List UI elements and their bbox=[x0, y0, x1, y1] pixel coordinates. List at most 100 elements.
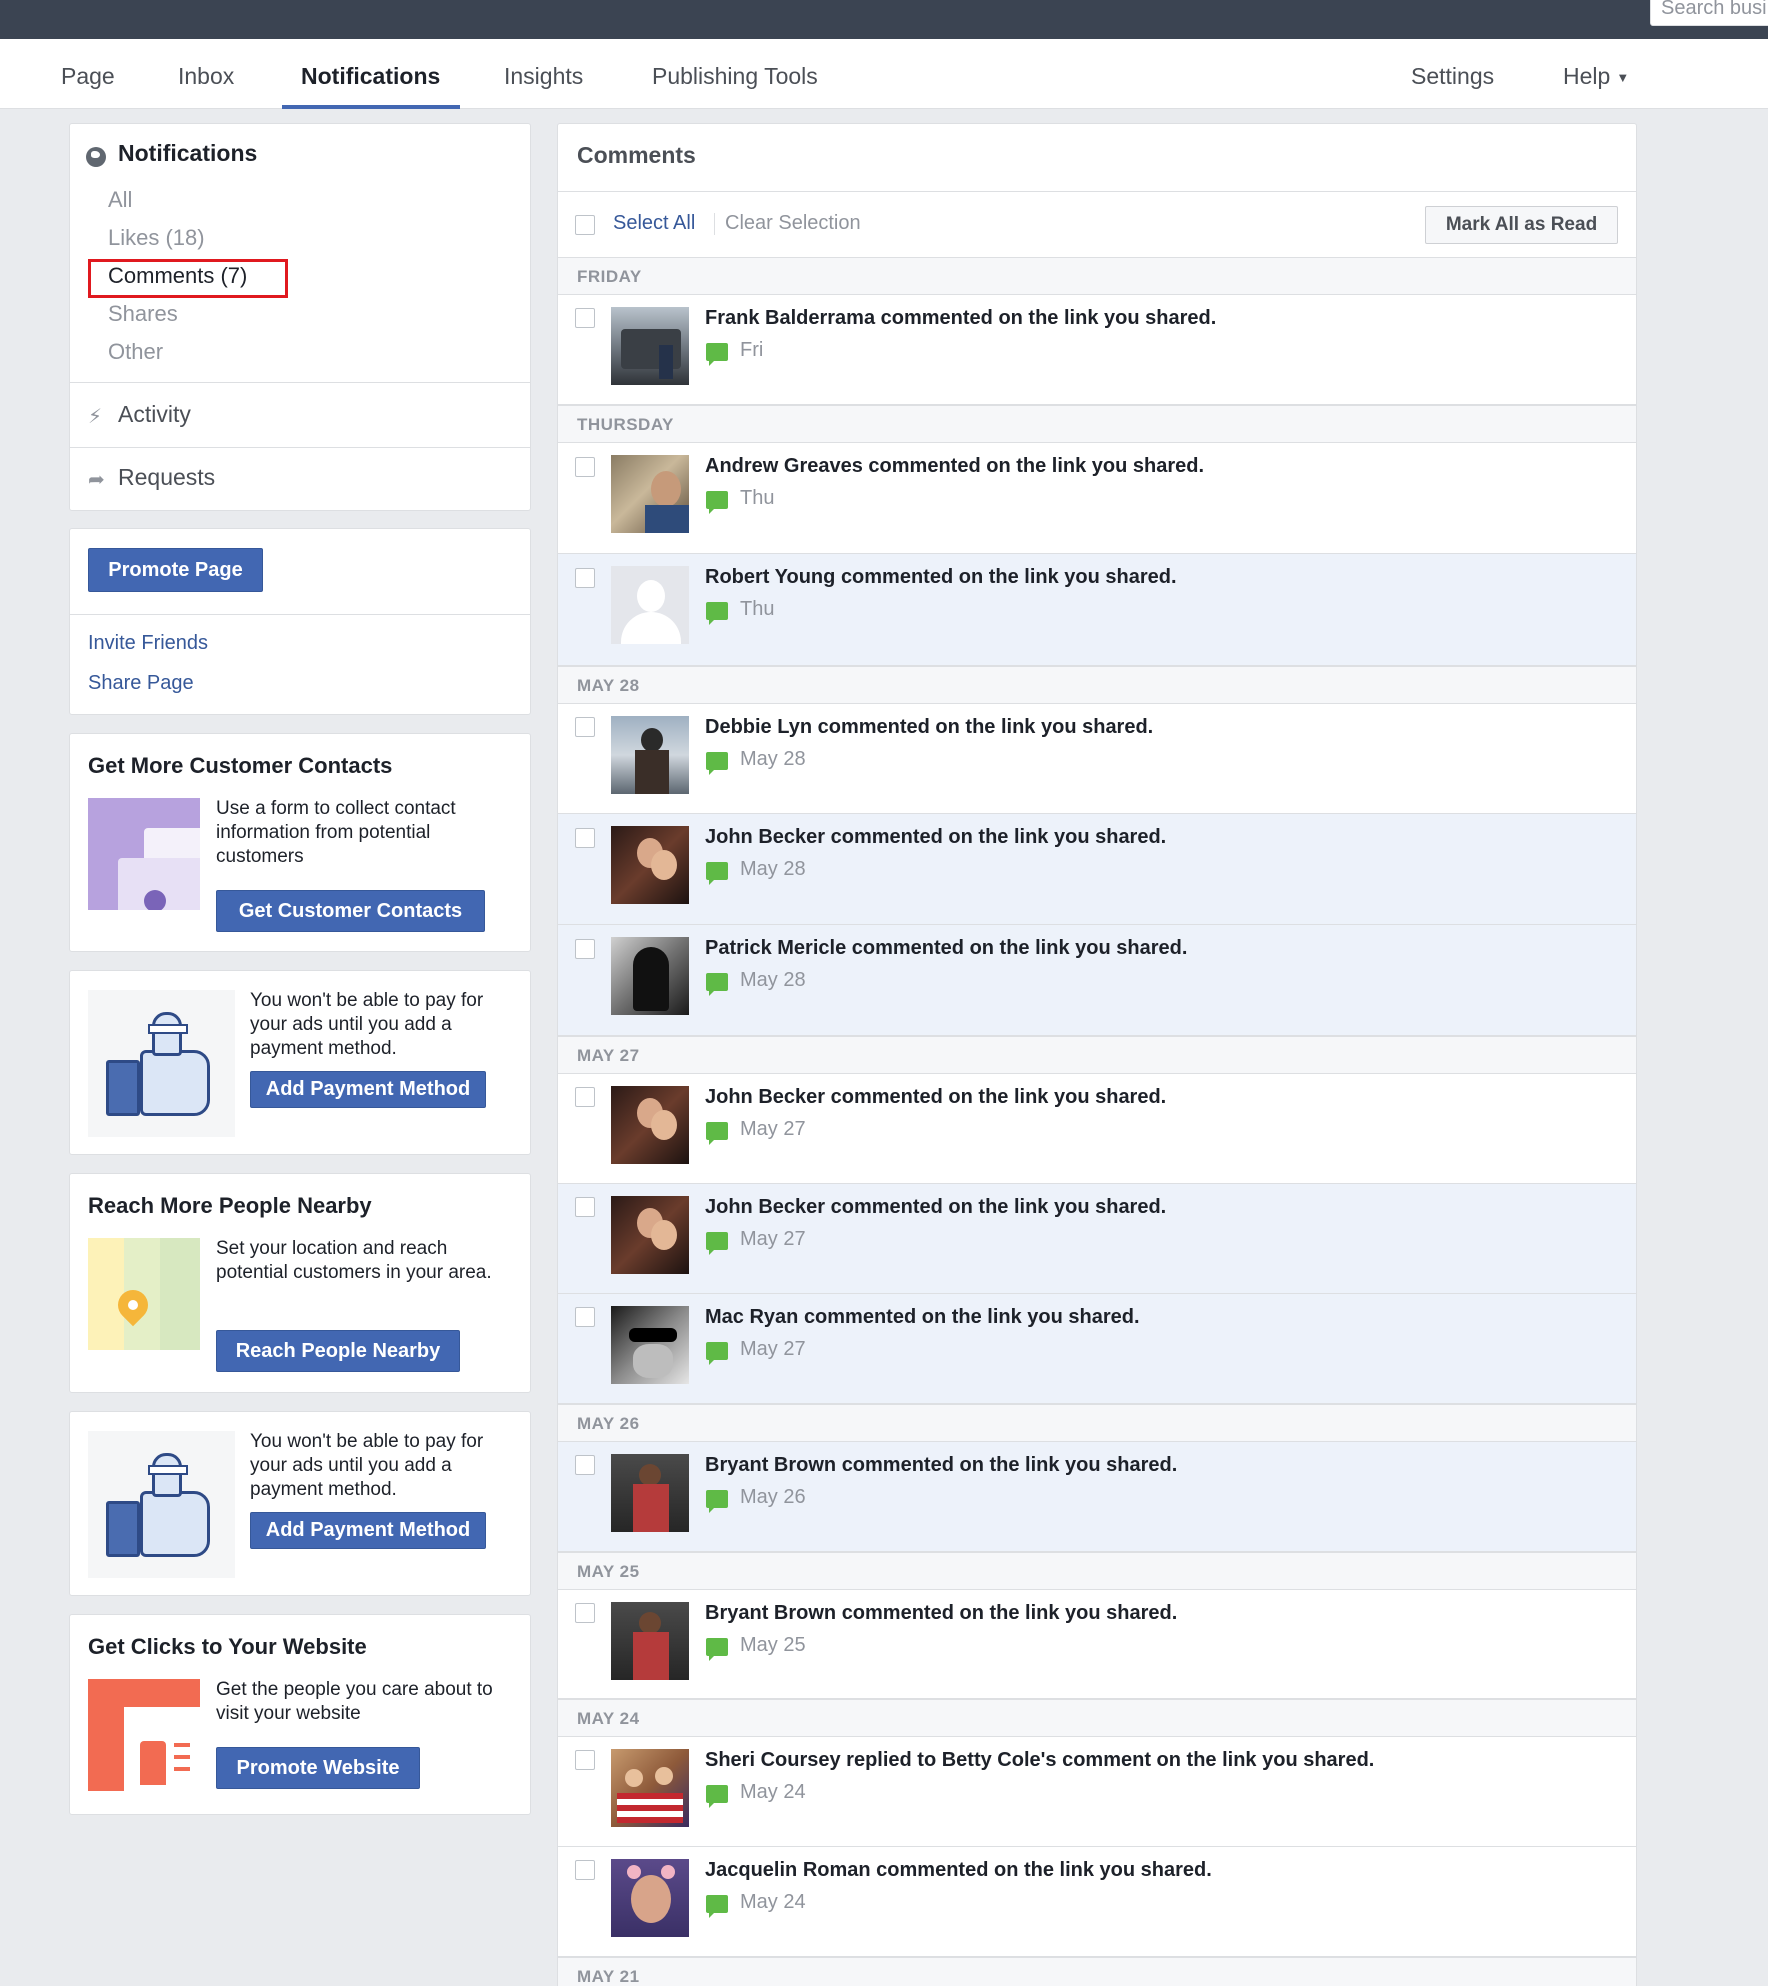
notification-row[interactable]: Sheri Coursey replied to Betty Cole's co… bbox=[558, 1737, 1636, 1847]
notification-row[interactable]: Debbie Lyn commented on the link you sha… bbox=[558, 704, 1636, 814]
tab-insights[interactable]: Insights bbox=[504, 39, 583, 109]
avatar bbox=[611, 826, 689, 904]
notification-row[interactable]: Frank Balderrama commented on the link y… bbox=[558, 295, 1636, 405]
action-text: commented on the link you shared. bbox=[841, 1454, 1178, 1476]
row-checkbox[interactable] bbox=[575, 1750, 595, 1770]
notification-text: John Becker commented on the link you sh… bbox=[705, 1196, 1166, 1219]
comment-icon bbox=[706, 1638, 728, 1661]
filter-all[interactable]: All bbox=[108, 187, 132, 213]
row-checkbox[interactable] bbox=[575, 1307, 595, 1327]
day-label: FRIDAY bbox=[577, 267, 642, 286]
tab-publishing-tools[interactable]: Publishing Tools bbox=[652, 39, 818, 109]
add-payment-method-button[interactable]: Add Payment Method bbox=[250, 1071, 486, 1108]
action-text: commented on the link you shared. bbox=[830, 826, 1167, 848]
promo-title: Get Clicks to Your Website bbox=[88, 1634, 367, 1659]
select-all-checkbox[interactable] bbox=[575, 215, 595, 235]
comment-icon bbox=[706, 973, 728, 996]
actor-name: John Becker bbox=[705, 826, 826, 848]
requests-link[interactable]: Requests bbox=[118, 464, 215, 491]
notification-text: Andrew Greaves commented on the link you… bbox=[705, 455, 1204, 478]
search-input[interactable]: Search busi bbox=[1650, 0, 1768, 26]
row-checkbox[interactable] bbox=[575, 939, 595, 959]
tab-settings[interactable]: Settings bbox=[1411, 39, 1494, 109]
tab-help[interactable]: Help ▼ bbox=[1563, 39, 1629, 109]
promo-description: You won't be able to pay for your ads un… bbox=[250, 1431, 484, 1500]
notification-row[interactable]: Bryant Brown commented on the link you s… bbox=[558, 1442, 1636, 1552]
promo-description: Get the people you care about to visit y… bbox=[216, 1679, 493, 1724]
actor-name: Frank Balderrama bbox=[705, 307, 876, 329]
notification-text: Sheri Coursey replied to Betty Cole's co… bbox=[705, 1749, 1374, 1772]
actor-name: Mac Ryan bbox=[705, 1306, 799, 1328]
day-label: MAY 21 bbox=[577, 1967, 640, 1986]
invite-friends-link[interactable]: Invite Friends bbox=[88, 632, 208, 655]
notification-text: Jacquelin Roman commented on the link yo… bbox=[705, 1859, 1212, 1882]
timestamp: May 27 bbox=[740, 1338, 806, 1360]
tab-inbox[interactable]: Inbox bbox=[178, 39, 234, 109]
activity-link[interactable]: Activity bbox=[118, 401, 191, 428]
notification-row[interactable]: Jacquelin Roman commented on the link yo… bbox=[558, 1847, 1636, 1957]
avatar bbox=[611, 1602, 689, 1680]
notification-text: Patrick Mericle commented on the link yo… bbox=[705, 937, 1187, 960]
promo-description: Use a form to collect contact informatio… bbox=[216, 798, 456, 867]
globe-icon bbox=[86, 147, 106, 167]
row-checkbox[interactable] bbox=[575, 717, 595, 737]
filter-other[interactable]: Other bbox=[108, 339, 163, 365]
promo-description: You won't be able to pay for your ads un… bbox=[250, 990, 484, 1059]
day-label: MAY 24 bbox=[577, 1709, 640, 1728]
tab-notifications[interactable]: Notifications bbox=[301, 39, 440, 109]
day-label: MAY 27 bbox=[577, 1046, 640, 1065]
website-illustration bbox=[88, 1679, 200, 1791]
row-checkbox[interactable] bbox=[575, 568, 595, 588]
row-checkbox[interactable] bbox=[575, 828, 595, 848]
notification-row[interactable]: John Becker commented on the link you sh… bbox=[558, 1184, 1636, 1294]
notification-row[interactable]: Mac Ryan commented on the link you share… bbox=[558, 1294, 1636, 1404]
day-header: FRIDAY bbox=[558, 257, 1636, 295]
notification-row[interactable]: Andrew Greaves commented on the link you… bbox=[558, 443, 1636, 554]
row-checkbox[interactable] bbox=[575, 1197, 595, 1217]
notification-row[interactable]: John Becker commented on the link you sh… bbox=[558, 1074, 1636, 1184]
row-checkbox[interactable] bbox=[575, 1455, 595, 1475]
share-page-link[interactable]: Share Page bbox=[88, 672, 194, 695]
active-tab-indicator bbox=[282, 105, 460, 109]
row-checkbox[interactable] bbox=[575, 1603, 595, 1623]
actor-name: Robert Young bbox=[705, 566, 836, 588]
filter-likes[interactable]: Likes (18) bbox=[108, 225, 205, 251]
notification-row[interactable]: John Becker commented on the link you sh… bbox=[558, 814, 1636, 925]
action-text: commented on the link you shared. bbox=[803, 1306, 1140, 1328]
action-text: commented on the link you shared. bbox=[851, 937, 1188, 959]
contact-form-illustration bbox=[88, 798, 200, 910]
timestamp: May 28 bbox=[740, 748, 806, 770]
row-checkbox[interactable] bbox=[575, 308, 595, 328]
get-customer-contacts-button[interactable]: Get Customer Contacts bbox=[216, 890, 485, 932]
notification-text: John Becker commented on the link you sh… bbox=[705, 826, 1166, 849]
comment-icon bbox=[706, 1895, 728, 1918]
reach-people-nearby-button[interactable]: Reach People Nearby bbox=[216, 1330, 460, 1372]
mark-all-read-button[interactable]: Mark All as Read bbox=[1425, 206, 1618, 244]
add-payment-method-button[interactable]: Add Payment Method bbox=[250, 1512, 486, 1549]
tab-page[interactable]: Page bbox=[61, 39, 115, 109]
row-checkbox[interactable] bbox=[575, 1860, 595, 1880]
select-all-link[interactable]: Select All bbox=[613, 212, 695, 235]
notification-text: John Becker commented on the link you sh… bbox=[705, 1086, 1166, 1109]
lightning-icon: ⚡ bbox=[88, 406, 103, 428]
row-checkbox[interactable] bbox=[575, 457, 595, 477]
promote-website-button[interactable]: Promote Website bbox=[216, 1747, 420, 1789]
promo-title: Get More Customer Contacts bbox=[88, 753, 393, 778]
notification-row[interactable]: Robert Young commented on the link you s… bbox=[558, 554, 1636, 666]
notifications-nav-title: Notifications bbox=[118, 140, 258, 166]
comment-icon bbox=[706, 1232, 728, 1255]
avatar bbox=[611, 937, 689, 1015]
divider bbox=[70, 614, 530, 615]
row-checkbox[interactable] bbox=[575, 1087, 595, 1107]
notification-row[interactable]: Bryant Brown commented on the link you s… bbox=[558, 1590, 1636, 1699]
notification-row[interactable]: Patrick Mericle commented on the link yo… bbox=[558, 925, 1636, 1036]
filter-shares[interactable]: Shares bbox=[108, 301, 178, 327]
actor-name: John Becker bbox=[705, 1196, 826, 1218]
actor-name: Bryant Brown bbox=[705, 1454, 837, 1476]
thumbs-up-bandage-icon bbox=[88, 1431, 235, 1578]
timestamp: May 25 bbox=[740, 1634, 806, 1656]
comment-icon bbox=[706, 343, 728, 366]
clear-selection-link[interactable]: Clear Selection bbox=[725, 212, 861, 235]
promote-page-button[interactable]: Promote Page bbox=[88, 548, 263, 592]
notification-text: Robert Young commented on the link you s… bbox=[705, 566, 1177, 589]
